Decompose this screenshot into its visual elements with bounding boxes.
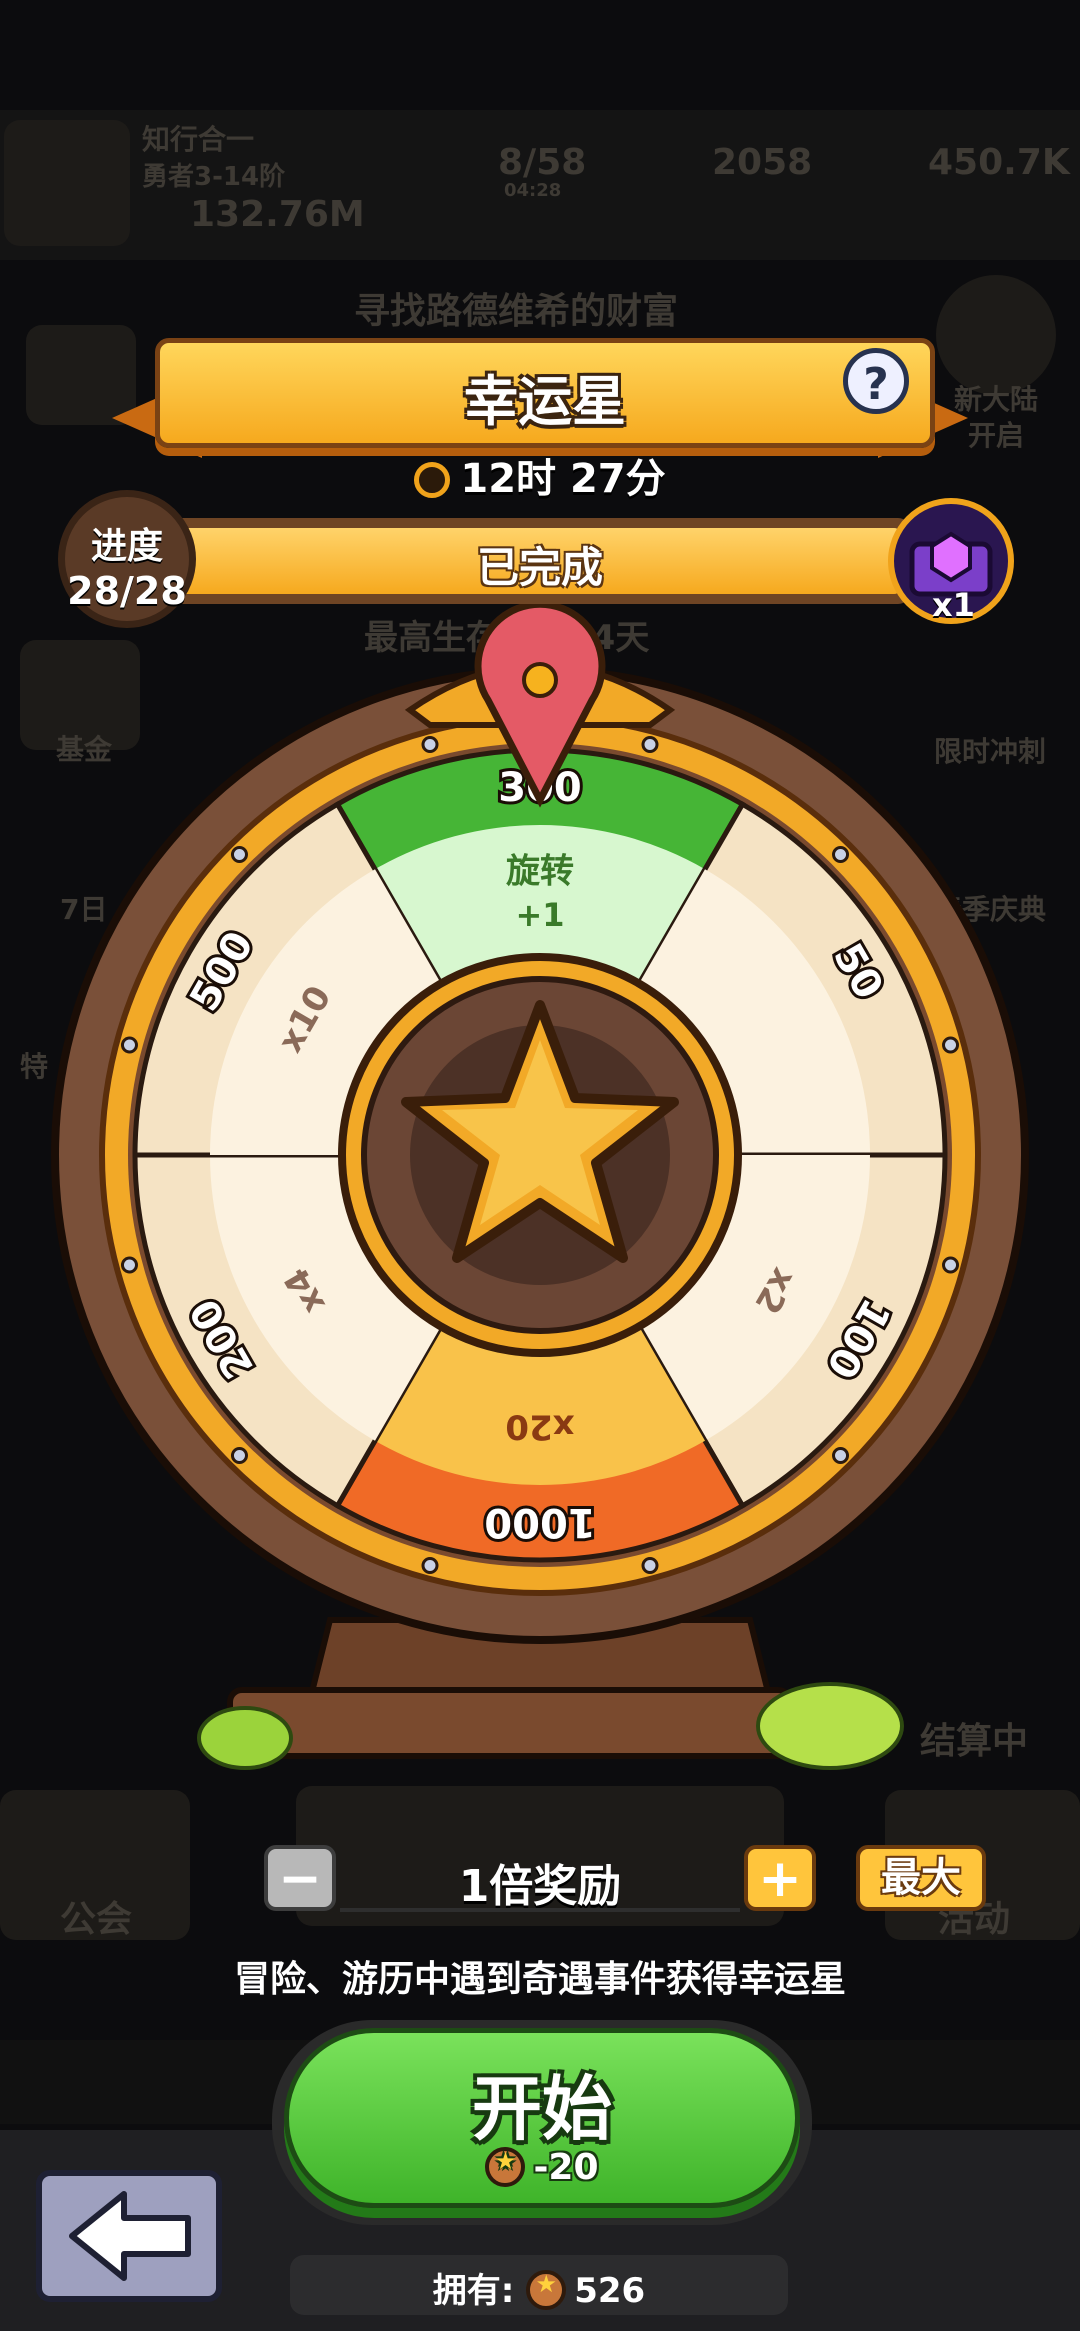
owned-bar: 拥有: 526 [290,2255,788,2315]
progress-badge-title: 进度 [90,526,163,567]
lucky-wheel: 300旋转+150100x21000x20200x4500x10 [51,600,1029,1770]
wheel-rivet [641,735,659,753]
stopwatch-icon [414,462,451,498]
max-multiplier-button[interactable]: 最大 [856,1845,986,1911]
plus-icon: + [758,1849,802,1909]
wheel-rivet [421,735,439,753]
bush-left [197,1706,293,1770]
owned-label: 拥有: [432,2271,515,2311]
star-coin-icon [526,2270,567,2310]
hint-text: 冒险、游历中遇到奇遇事件获得幸运星 [233,1959,846,2000]
pointer-dot [522,662,558,698]
wheel-segment-multiplier: 旋转 [506,852,574,892]
wheel-rivet [230,845,248,863]
wheel-rivet [942,1036,960,1054]
minus-icon: − [278,1849,322,1909]
wheel-segment-bonus: +1 [515,896,564,934]
timer-text: 12时 27分 [460,456,666,502]
countdown-timer: 12时 27分 [0,446,1080,504]
reward-underline [340,1908,740,1912]
wheel-rivet [942,1256,960,1274]
progress-badge-value: 28/28 [67,569,187,613]
wheel-rivet [421,1557,439,1575]
page-title: 幸运星 [464,370,626,433]
wheel-rivet [832,1447,850,1465]
owned-display: 拥有: 526 [290,2263,788,2312]
bush-right [756,1682,904,1770]
start-cost-value: -20 [533,2147,599,2188]
start-cost: -20 [289,2147,795,2188]
progress-bar: 已完成 [170,518,910,604]
wheel-segment-value: 1000 [484,1499,595,1545]
decrease-multiplier-button[interactable]: − [264,1845,336,1911]
title-banner: 幸运星 [155,338,935,448]
guild-label: 公会 [60,1899,133,1940]
back-button[interactable] [36,2170,222,2302]
progress-badge: 进度 28/28 [58,490,196,628]
chest-count: x1 [932,586,975,624]
wheel-rivet [120,1036,138,1054]
increase-multiplier-button[interactable]: + [744,1845,816,1911]
reward-multiplier-label: 1倍奖励 [458,1861,622,1912]
wheel-rivet [832,845,850,863]
arrow-left-icon [69,2191,191,2281]
start-button[interactable]: 开始 -20 [284,2028,800,2208]
progress-status: 已完成 [476,543,603,592]
star-coin-icon [485,2147,526,2187]
wheel-rivet [120,1256,138,1274]
owned-value: 526 [574,2271,646,2311]
wheel-rivet [641,1557,659,1575]
question-icon[interactable]: ? [843,348,909,414]
wheel-rivet [230,1447,248,1465]
wheel-segment-multiplier: x20 [505,1407,574,1447]
start-label: 开始 [472,2068,612,2150]
wheel-base [227,1687,793,1759]
